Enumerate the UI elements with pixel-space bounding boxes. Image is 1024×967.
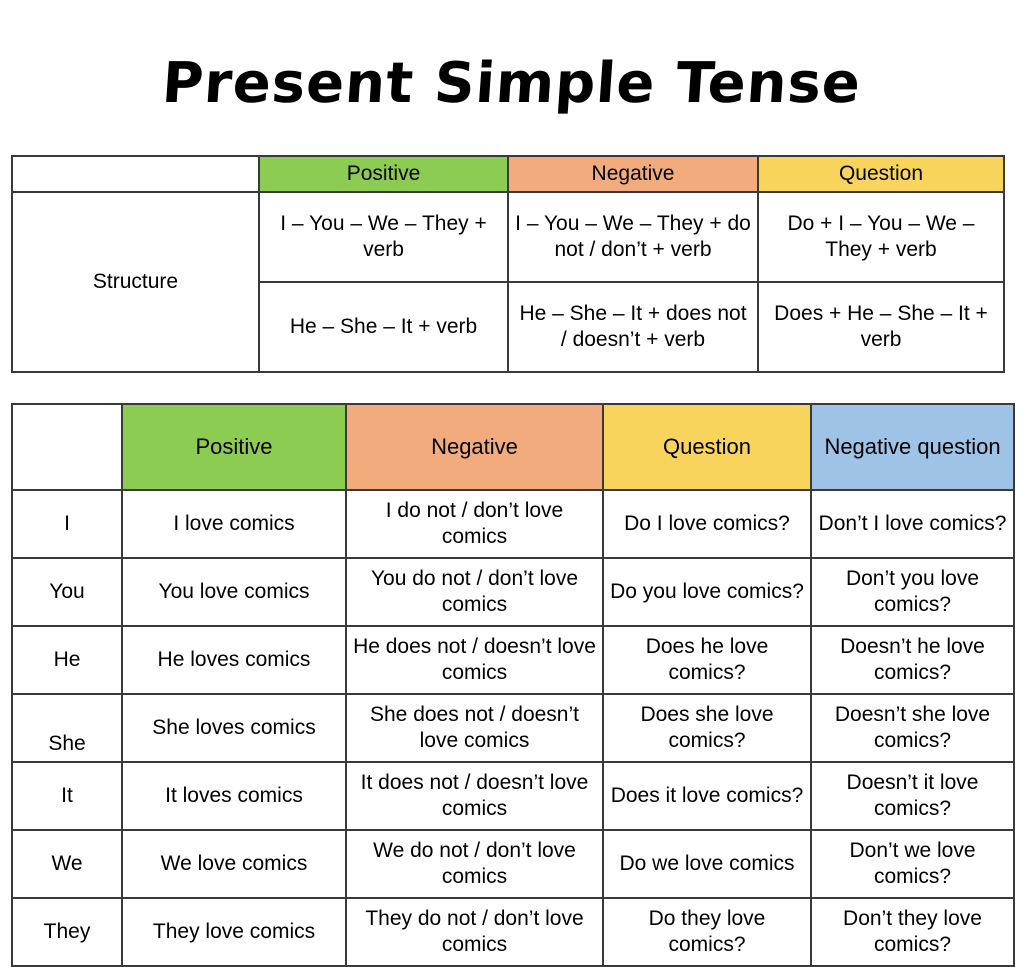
structure-header-negative: Negative (507, 155, 759, 194)
structure-row-label: Structure (11, 191, 260, 374)
conjugation-positive-she: She loves comics (121, 693, 347, 764)
conjugation-question-he: Does he love comics? (602, 625, 812, 696)
structure-header-positive: Positive (258, 155, 509, 194)
conjugation-negative-i: I do not / don’t love comics (345, 489, 604, 560)
conjugation-negative-question-you: Don’t you love comics? (810, 557, 1015, 628)
conjugation-positive-you: You love comics (121, 557, 347, 628)
conjugation-negative-question-she: Doesn’t she love comics? (810, 693, 1015, 764)
table-row: Positive Negative Question (12, 155, 1005, 194)
table-row: I I love comics I do not / don’t love co… (11, 489, 1015, 560)
page-title: Present Simple Tense (160, 50, 864, 116)
conjugation-table-container: Positive Negative Question Negative ques… (11, 403, 1024, 967)
structure-table-header: Positive Negative Question (12, 155, 1005, 194)
conjugation-header-negative-question: Negative question (810, 403, 1015, 492)
conjugation-question-they: Do they love comics? (602, 897, 812, 967)
structure-table-container: Positive Negative Question Structure I –… (11, 155, 1005, 374)
conjugation-negative-it: It does not / doesn’t love comics (345, 761, 604, 832)
conjugation-negative-they: They do not / don’t love comics (345, 897, 604, 967)
table-row: He He loves comics He does not / doesn’t… (11, 625, 1015, 696)
conjugation-pronoun-he: He (11, 625, 123, 696)
conjugation-positive-we: We love comics (121, 829, 347, 900)
conjugation-negative-question-it: Doesn’t it love comics? (810, 761, 1015, 832)
structure-table-body: Structure I – You – We – They + verb I –… (11, 191, 1005, 374)
conjugation-question-you: Do you love comics? (602, 557, 812, 628)
conjugation-header-negative: Negative (345, 403, 604, 492)
conjugation-table: Positive Negative Question Negative ques… (11, 403, 1015, 967)
structure-cell-positive-singular: He – She – It + verb (258, 281, 509, 374)
conjugation-negative-he: He does not / doesn’t love comics (345, 625, 604, 696)
table-row: You You love comics You do not / don’t l… (11, 557, 1015, 628)
table-row: Structure I – You – We – They + verb I –… (11, 191, 1005, 374)
conjugation-pronoun-she: She (11, 693, 123, 764)
conjugation-positive-they: They love comics (121, 897, 347, 967)
table-row: Positive Negative Question Negative ques… (11, 403, 1015, 492)
structure-cell-question-plural: Do + I – You – We – They + verb (757, 191, 1005, 284)
conjugation-pronoun-they: They (11, 897, 123, 967)
conjugation-table-header: Positive Negative Question Negative ques… (11, 403, 1015, 492)
conjugation-header-question: Question (602, 403, 812, 492)
conjugation-pronoun-we: We (11, 829, 123, 900)
conjugation-pronoun-i: I (11, 489, 123, 560)
conjugation-negative-question-i: Don’t I love comics? (810, 489, 1015, 560)
table-row: She She loves comics She does not / does… (11, 693, 1015, 764)
structure-cell-negative-plural: I – You – We – They + do not / don’t + v… (507, 191, 759, 284)
conjugation-pronoun-you: You (11, 557, 123, 628)
table-row: We We love comics We do not / don’t love… (11, 829, 1015, 900)
conjugation-positive-he: He loves comics (121, 625, 347, 696)
table-row: They They love comics They do not / don’… (11, 897, 1015, 967)
conjugation-question-we: Do we love comics (602, 829, 812, 900)
conjugation-blank-header (11, 403, 123, 492)
conjugation-pronoun-it: It (11, 761, 123, 832)
structure-table: Positive Negative Question Structure I –… (11, 155, 1005, 374)
table-row: It It loves comics It does not / doesn’t… (11, 761, 1015, 832)
structure-header-question: Question (757, 155, 1005, 194)
conjugation-table-body: I I love comics I do not / don’t love co… (11, 489, 1015, 967)
structure-cell-negative-singular: He – She – It + does not / doesn’t + ver… (507, 281, 759, 374)
structure-cell-positive-plural: I – You – We – They + verb (258, 191, 509, 284)
conjugation-question-i: Do I love comics? (602, 489, 812, 560)
conjugation-question-it: Does it love comics? (602, 761, 812, 832)
conjugation-negative-we: We do not / don’t love comics (345, 829, 604, 900)
conjugation-negative-question-he: Doesn’t he love comics? (810, 625, 1015, 696)
conjugation-question-she: Does she love comics? (602, 693, 812, 764)
structure-blank-header (12, 156, 260, 194)
conjugation-negative-you: You do not / don’t love comics (345, 557, 604, 628)
conjugation-positive-it: It loves comics (121, 761, 347, 832)
conjugation-negative-question-they: Don’t they love comics? (810, 897, 1015, 967)
conjugation-positive-i: I love comics (121, 489, 347, 560)
conjugation-negative-question-we: Don’t we love comics? (810, 829, 1015, 900)
conjugation-negative-she: She does not / doesn’t love comics (345, 693, 604, 764)
structure-cell-question-singular: Does + He – She – It + verb (757, 281, 1005, 374)
conjugation-header-positive: Positive (121, 403, 347, 492)
